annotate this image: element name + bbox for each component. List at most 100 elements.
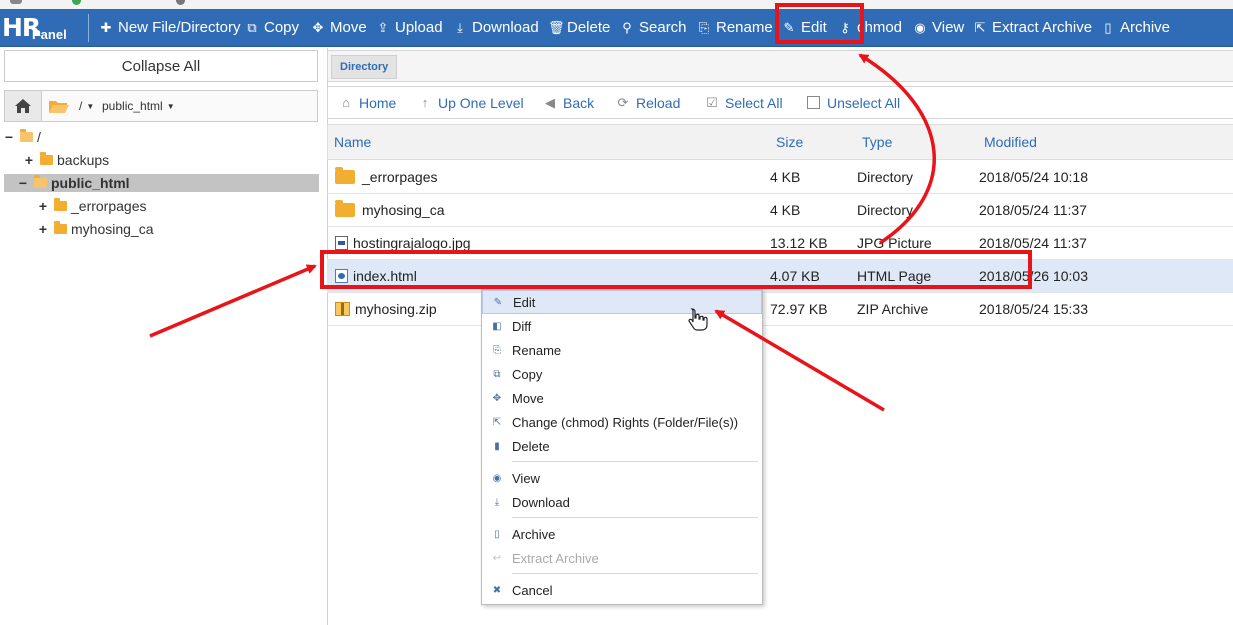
menu-item-copy[interactable]: ⧉ Copy — [482, 362, 762, 386]
menu-separator — [512, 573, 758, 574]
column-size[interactable]: Size — [776, 125, 803, 159]
toolbar-search-button[interactable]: ⚲ Search — [620, 9, 686, 46]
folder-icon — [20, 129, 33, 142]
file-type-cell: JPG Picture — [857, 235, 932, 251]
column-modified[interactable]: Modified — [984, 125, 1037, 159]
archive-icon: ▯ — [494, 528, 500, 540]
menu-separator — [512, 517, 758, 518]
table-row[interactable]: index.html 4.07 KB HTML Page 2018/05/26 10:… — [327, 260, 1233, 293]
menu-item-edit[interactable]: ✎ Edit — [482, 290, 762, 314]
breadcrumb-root[interactable]: / ▼ — [79, 91, 94, 121]
back-button[interactable]: ◀ Back — [543, 87, 594, 118]
trash-icon: 🗑 — [548, 19, 565, 35]
download-icon: ⤓ — [494, 496, 500, 508]
file-type-cell: Directory — [857, 169, 914, 185]
tree-item[interactable]: − / — [4, 126, 41, 148]
unselect-all-button[interactable]: Unselect All — [807, 87, 900, 118]
tree-item[interactable]: + _errorpages — [38, 195, 147, 217]
file-modified-cell: 2018/05/24 11:37 — [979, 235, 1087, 251]
home-icon: ⌂ — [342, 95, 350, 110]
file-name-cell: myhosing.zip — [335, 293, 437, 325]
menu-item-download[interactable]: ⤓ Download — [482, 490, 762, 514]
toolbar-move-button[interactable]: ✥ Move — [311, 9, 367, 46]
menu-item-change-chmod-rights-folder-file-s[interactable]: ⇱ Change (chmod) Rights (Folder/File(s)) — [482, 410, 762, 434]
toolbar-upload-button[interactable]: ⇪ Upload — [376, 9, 443, 46]
chevron-down-icon: ▼ — [86, 101, 95, 111]
toolbar-archive-button[interactable]: ▯ Archive — [1101, 9, 1170, 46]
table-row[interactable]: hostingrajalogo.jpg 13.12 KB JPG Picture 20… — [327, 227, 1233, 260]
file-type-cell: ZIP Archive — [857, 301, 929, 317]
toolbar-divider — [88, 14, 89, 42]
zip-file-icon — [335, 302, 350, 316]
extract-icon: ⇱ — [974, 19, 986, 35]
collapse-all-button[interactable]: Collapse All — [4, 50, 318, 82]
html-file-icon — [335, 269, 348, 283]
home-icon[interactable] — [5, 91, 42, 121]
main-toolbar: HR Panel ✚ New File/Directory ⧉ Copy ✥ Move ⇪ U… — [0, 9, 1233, 47]
column-name[interactable]: Name — [334, 125, 371, 159]
toolbar-plus-button[interactable]: ✚ New File/Directory — [99, 9, 241, 46]
image-file-icon — [335, 236, 348, 250]
reload-button[interactable]: ⟳ Reload — [616, 87, 681, 118]
pencil-icon: ✎ — [783, 19, 795, 35]
tree-item[interactable]: − public_html — [18, 172, 130, 194]
download-icon: ⤓ — [457, 19, 463, 35]
pencil-icon: ✎ — [493, 296, 503, 308]
copy-icon: ⧉ — [247, 19, 257, 35]
browser-tab-strip — [0, 0, 1233, 9]
menu-item-cancel[interactable]: ✖ Cancel — [482, 578, 762, 602]
path-bar: / ▼ public_html ▼ — [4, 90, 318, 122]
collapse-icon[interactable]: − — [4, 129, 14, 145]
toolbar-trash-button[interactable]: 🗑 Delete — [548, 9, 610, 46]
rename-icon: ⎘ — [493, 344, 501, 356]
expand-icon[interactable]: + — [38, 221, 48, 237]
file-size-cell: 13.12 KB — [770, 235, 828, 251]
toolbar-key-button[interactable]: ⚷ chmod — [838, 9, 902, 46]
breadcrumb-current[interactable]: public_html ▼ — [102, 91, 175, 121]
file-name-cell: _errorpages — [335, 161, 438, 193]
file-name-cell: index.html — [335, 260, 417, 292]
menu-item-delete[interactable]: ▮ Delete — [482, 434, 762, 458]
plus-icon: ✚ — [100, 19, 112, 35]
file-modified-cell: 2018/05/24 15:33 — [979, 301, 1088, 317]
rename-icon: ⎘ — [698, 19, 710, 35]
table-row[interactable]: _errorpages 4 KB Directory 2018/05/24 10:18 — [327, 161, 1233, 194]
arrow-left-icon: ◀ — [545, 94, 555, 110]
toolbar-extract-button[interactable]: ⇱ Extract Archive — [973, 9, 1093, 46]
toolbar-pencil-button[interactable]: ✎ Edit — [782, 9, 827, 46]
open-folder-icon[interactable] — [43, 91, 75, 121]
column-type[interactable]: Type — [862, 125, 892, 159]
tree-item[interactable]: + backups — [24, 149, 109, 171]
up-one-level-button[interactable]: ↑ Up One Level — [418, 87, 524, 118]
menu-item-diff[interactable]: ◧ Diff — [482, 314, 762, 338]
directory-bar: Directory — [327, 50, 1233, 82]
extract-icon: ↩ — [492, 552, 502, 564]
navigation-bar: ⌂ Home ↑ Up One Level ◀ Back ⟳ Reload ☑ Selec… — [327, 86, 1233, 119]
chevron-down-icon: ▼ — [166, 101, 175, 111]
menu-item-move[interactable]: ✥ Move — [482, 386, 762, 410]
toolbar-copy-button[interactable]: ⧉ Copy — [245, 9, 299, 46]
menu-separator — [512, 461, 758, 462]
expand-icon[interactable]: + — [38, 198, 48, 214]
file-size-cell: 4 KB — [770, 202, 801, 218]
tab-directory[interactable]: Directory — [331, 55, 398, 79]
toolbar-rename-button[interactable]: ⎘ Rename — [697, 9, 773, 46]
menu-item-view[interactable]: ◉ View — [482, 466, 762, 490]
expand-icon[interactable]: + — [24, 152, 34, 168]
table-row[interactable]: myhosing.zip 72.97 KB ZIP Archive 2018/05/2… — [327, 293, 1233, 326]
table-row[interactable]: myhosing_ca 4 KB Directory 2018/05/24 11:37 — [327, 194, 1233, 227]
toolbar-download-button[interactable]: ⤓ Download — [453, 9, 539, 46]
menu-item-archive[interactable]: ▯ Archive — [482, 522, 762, 546]
file-size-cell: 4 KB — [770, 169, 801, 185]
folder-icon — [335, 200, 355, 217]
file-modified-cell: 2018/05/26 10:03 — [979, 268, 1088, 284]
collapse-icon[interactable]: − — [18, 175, 28, 191]
home-button[interactable]: ⌂ Home — [339, 87, 396, 118]
menu-item-rename[interactable]: ⎘ Rename — [482, 338, 762, 362]
tree-item[interactable]: + myhosing_ca — [38, 218, 154, 240]
toolbar-eye-button[interactable]: ◉ View — [913, 9, 964, 46]
reload-icon: ⟳ — [617, 94, 629, 110]
move-icon: ✥ — [492, 392, 502, 404]
select-all-button[interactable]: ☑ Select All — [705, 87, 782, 118]
folder-icon — [335, 167, 355, 184]
